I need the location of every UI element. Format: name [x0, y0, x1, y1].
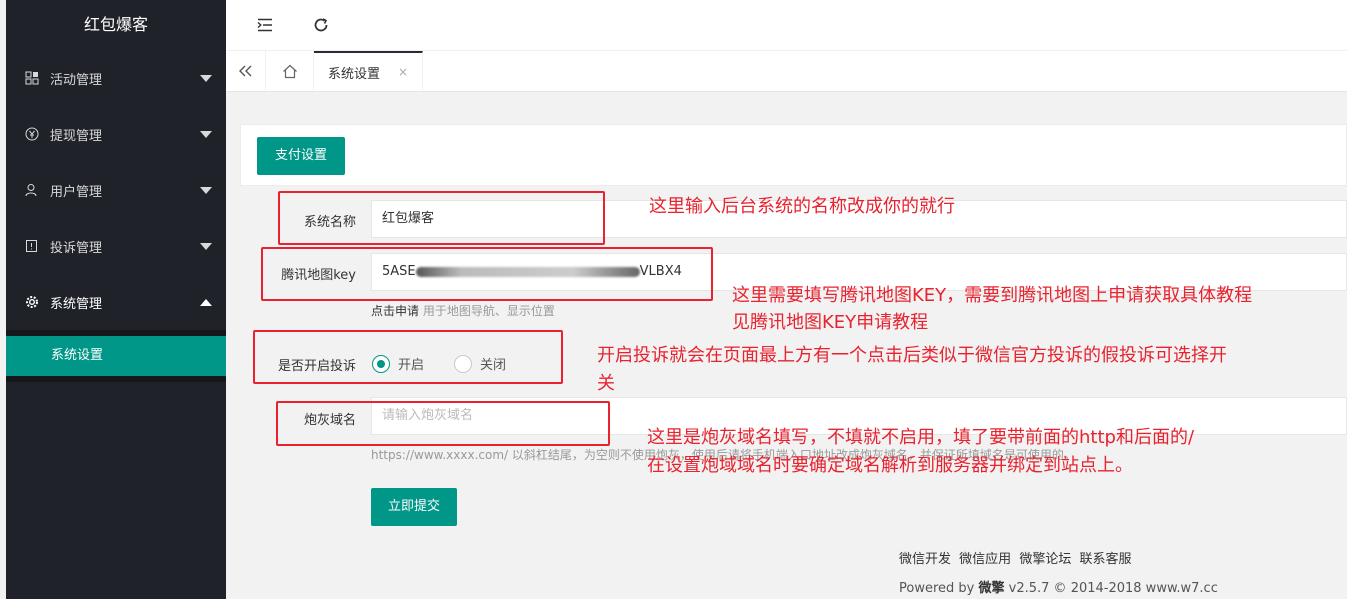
- sidebar-item-complaints[interactable]: 投诉管理: [6, 218, 226, 274]
- note-cannon-domain-1: 这里是炮灰域名填写，不填就不启用，填了要带前面的http和后面的/: [647, 427, 1195, 448]
- menu-fold-icon[interactable]: [254, 14, 276, 36]
- footer-powered: Powered by 微擎 v2.5.7 © 2014-2018 www.w7.…: [899, 577, 1218, 596]
- tab-system-settings[interactable]: 系统设置 ×: [314, 51, 424, 91]
- footer-link[interactable]: 微擎论坛: [1019, 552, 1071, 567]
- map-key-help-text: 用于地图导航、显示位置: [422, 304, 555, 318]
- sidebar-item-users[interactable]: 用户管理: [6, 162, 226, 218]
- refresh-icon[interactable]: [310, 14, 332, 36]
- brand-name[interactable]: 微擎: [979, 581, 1005, 596]
- settings-card: 支付设置: [240, 124, 1347, 186]
- apply-link[interactable]: 点击申请: [371, 304, 419, 318]
- note-system-name: 这里输入后台系统的名称改成你的就行: [649, 196, 955, 217]
- home-icon: [282, 64, 297, 78]
- gear-icon: [24, 294, 40, 310]
- sidebar-item-label: 系统管理: [50, 296, 103, 312]
- caret-down-icon: [200, 242, 212, 250]
- annotation-box-complaint: [253, 330, 563, 384]
- user-icon: [24, 182, 40, 198]
- note-complaint-1: 开启投诉就会在页面最上方有一个点击后类似于微信官方投诉的假投诉可选择开: [597, 345, 1227, 366]
- submit-button[interactable]: 立即提交: [371, 488, 458, 526]
- sidebar-item-label: 投诉管理: [50, 240, 103, 256]
- footer-link[interactable]: 联系客服: [1079, 552, 1131, 567]
- tab-label: 系统设置: [328, 66, 381, 82]
- caret-up-icon: [200, 298, 212, 306]
- note-complaint-2: 关: [597, 373, 615, 394]
- sidebar-item-system[interactable]: 系统管理: [6, 274, 226, 330]
- top-header: [226, 0, 1347, 51]
- double-chevron-left-icon[interactable]: [226, 51, 266, 91]
- sidebar-item-label: 提现管理: [50, 128, 103, 144]
- grid-icon: [24, 70, 40, 86]
- sidebar-subitem-settings[interactable]: 系统设置: [6, 336, 226, 376]
- annotation-box-cannon-domain: [276, 401, 610, 446]
- note-map-key-1: 这里需要填写腾讯地图KEY，需要到腾讯地图上申请获取具体教程: [732, 285, 1253, 306]
- annotation-box-map-key: [261, 247, 713, 301]
- pay-settings-button[interactable]: 支付设置: [257, 137, 346, 175]
- yen-icon: [24, 126, 40, 142]
- sidebar: 红包爆客 活动管理 提现管理 用户管理 投诉管理 系统管理 系统设置: [6, 0, 226, 599]
- sidebar-item-activity[interactable]: 活动管理: [6, 50, 226, 106]
- note-cannon-domain-2: 在设置炮域域名时要确定域名解析到服务器并绑定到站点上。: [647, 455, 1133, 476]
- sidebar-item-label: 用户管理: [50, 184, 103, 200]
- sidebar-subnav: 系统设置: [6, 330, 226, 382]
- footer-link[interactable]: 微信应用: [959, 552, 1011, 567]
- caret-down-icon: [200, 130, 212, 138]
- sidebar-item-label: 活动管理: [50, 72, 103, 88]
- tab-home[interactable]: [266, 51, 314, 91]
- note-map-key-2: 见腾讯地图KEY申请教程: [732, 312, 929, 333]
- powered-prefix: Powered by: [899, 581, 975, 596]
- annotation-box-system-name: [278, 191, 605, 245]
- powered-version: v2.5.7 © 2014-2018 www.w7.cc: [1008, 581, 1218, 596]
- tab-bar: 系统设置 ×: [226, 51, 1347, 92]
- caret-down-icon: [200, 74, 212, 82]
- map-key-help: 点击申请 用于地图导航、显示位置: [371, 302, 555, 319]
- sidebar-item-withdraw[interactable]: 提现管理: [6, 106, 226, 162]
- report-icon: [24, 238, 40, 254]
- close-icon[interactable]: ×: [398, 65, 408, 79]
- footer-links: 微信开发 微信应用 微擎论坛 联系客服: [899, 548, 1135, 567]
- sidebar-title: 红包爆客: [83, 15, 148, 34]
- footer-link[interactable]: 微信开发: [899, 552, 951, 567]
- caret-down-icon: [200, 186, 212, 194]
